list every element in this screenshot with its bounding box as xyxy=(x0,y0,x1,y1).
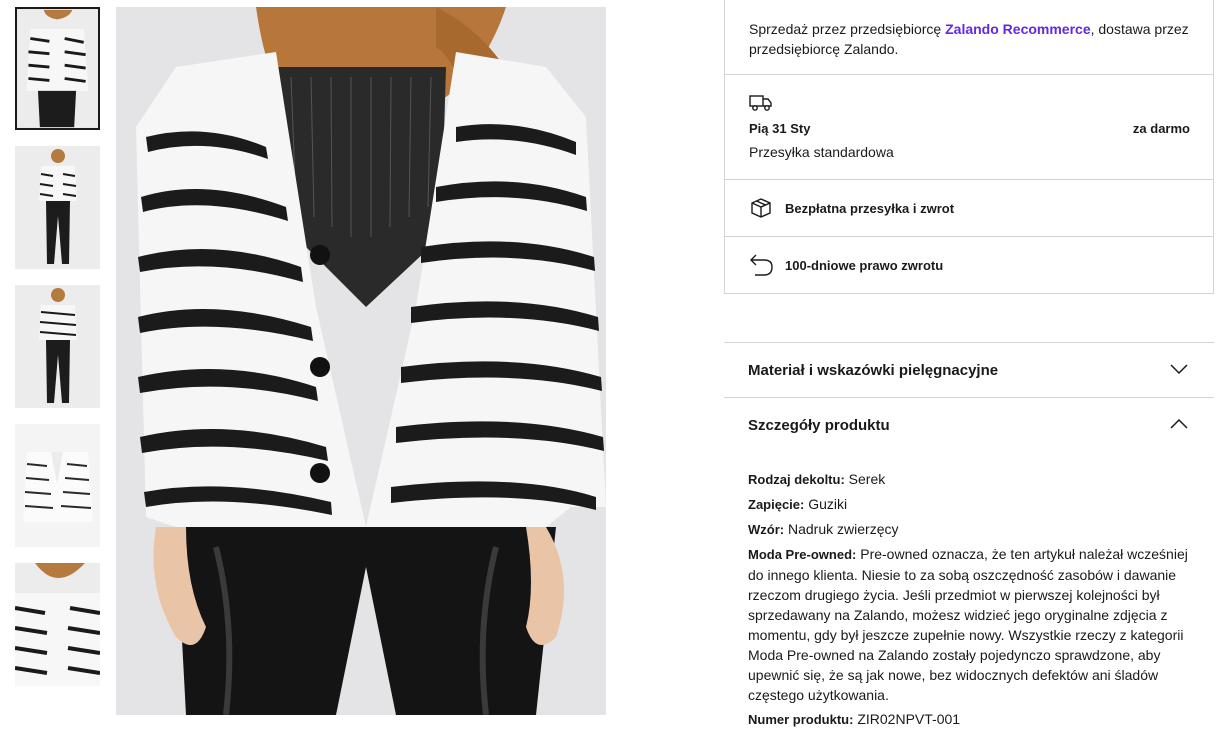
chevron-down-icon[interactable] xyxy=(1170,362,1188,380)
chevron-up-icon[interactable] xyxy=(1170,417,1188,435)
delivery-price: za darmo xyxy=(1132,121,1190,136)
free-shipping-label: Bezpłatna przesyłka i zwrot xyxy=(785,201,955,216)
delivery-method: Przesyłka standardowa xyxy=(749,144,894,160)
detail-neckline: Rodzaj dekoltu: Serek xyxy=(748,471,886,487)
truck-icon xyxy=(749,94,773,117)
seller-link[interactable]: Zalando Recommerce xyxy=(945,21,1091,37)
thumbnail-image xyxy=(17,9,98,128)
delivery-date: Pią 31 Sty xyxy=(749,121,811,136)
product-photo xyxy=(116,7,606,715)
product-details: Rodzaj dekoltu: Serek Zapięcie: Guziki W… xyxy=(748,469,1196,734)
delivery-info-box: Sprzedaż przez przedsiębiorcę Zalando Re… xyxy=(724,0,1214,294)
accordion-material-title[interactable]: Materiał i wskazówki pielęgnacyjne xyxy=(748,362,998,379)
thumbnail-5[interactable] xyxy=(15,563,100,686)
detail-preowned: Moda Pre-owned: Pre-owned oznacza, że te… xyxy=(748,546,1188,703)
thumbnail-image xyxy=(15,424,100,547)
thumbnail-image xyxy=(15,285,100,408)
detail-sku: Numer produktu: ZIR02NPVT-001 xyxy=(748,711,961,727)
divider xyxy=(725,236,1213,237)
return-arrow-icon xyxy=(749,253,775,282)
accordion-details-title[interactable]: Szczegóły produktu xyxy=(748,417,890,434)
seller-info: Sprzedaż przez przedsiębiorcę Zalando Re… xyxy=(749,19,1189,59)
divider xyxy=(724,342,1214,343)
divider xyxy=(724,397,1214,398)
divider xyxy=(725,74,1213,75)
divider xyxy=(725,179,1213,180)
main-product-image[interactable] xyxy=(116,7,606,715)
thumbnail-image xyxy=(15,563,100,686)
thumbnail-1[interactable] xyxy=(15,7,100,130)
return-policy-label: 100-dniowe prawo zwrotu xyxy=(785,258,944,273)
seller-prefix: Sprzedaż przez przedsiębiorcę xyxy=(749,21,946,37)
thumbnail-image xyxy=(15,146,100,269)
thumbnail-2[interactable] xyxy=(15,146,100,269)
detail-closure: Zapięcie: Guziki xyxy=(748,496,848,512)
thumbnail-4[interactable] xyxy=(15,424,100,547)
detail-pattern: Wzór: Nadruk zwierzęcy xyxy=(748,521,899,537)
thumbnail-3[interactable] xyxy=(15,285,100,408)
box-icon xyxy=(749,196,773,225)
